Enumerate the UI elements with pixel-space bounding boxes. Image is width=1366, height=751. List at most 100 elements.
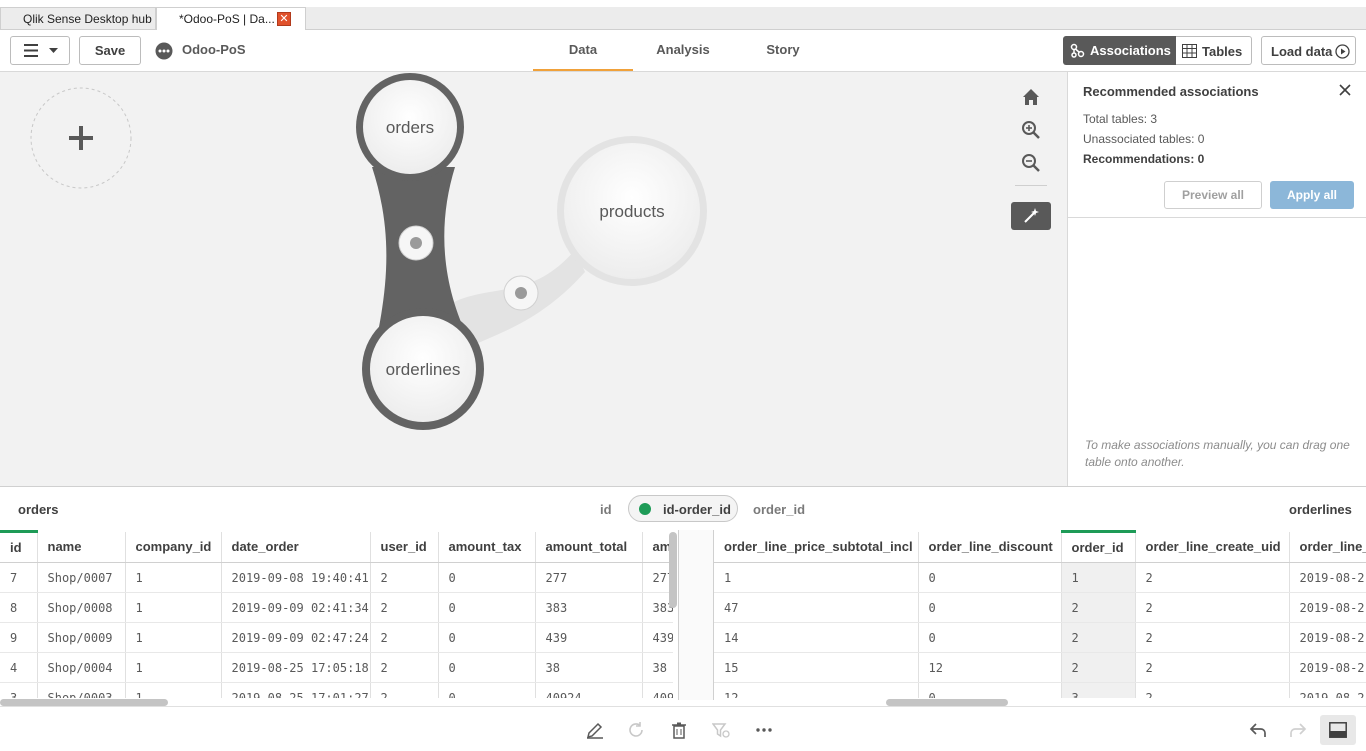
window-tab-bar: Qlik Sense Desktop hub *Odoo-PoS | Da...… [0, 7, 1366, 31]
close-icon[interactable] [1339, 84, 1351, 96]
table-cell: 2019-09-09 02:41:34 [221, 592, 371, 623]
table-cell: 2019-09-08 19:40:41 [221, 562, 371, 593]
menu-icon [24, 44, 58, 57]
window-tab-app[interactable]: *Odoo-PoS | Da... ✕ [156, 7, 306, 31]
table-cell: 1 [125, 652, 222, 683]
vertical-scrollbar[interactable] [669, 532, 677, 608]
column-header-price-subtotal-incl[interactable]: order_line_price_subtotal_incl [714, 531, 919, 563]
associations-button[interactable]: Associations [1063, 36, 1176, 65]
table-cell: 2019-08-2 [1289, 682, 1366, 698]
tables-button[interactable]: Tables [1176, 36, 1252, 65]
column-header-amount-total[interactable]: amount_total [535, 531, 643, 563]
table-cell: 439 [642, 622, 673, 653]
table-cell: 9 [0, 622, 38, 653]
recommendations-button[interactable] [1011, 202, 1051, 230]
app-title: Odoo-PoS [182, 42, 246, 57]
associations-icon [1070, 43, 1085, 58]
column-header-discount[interactable]: order_line_discount [918, 531, 1062, 563]
left-table-name: orders [18, 502, 59, 517]
table-cell: 277 [535, 562, 643, 593]
table-row: 47 0 2 2 2019-08-2 [714, 592, 1366, 623]
table-cell: 2019-08-25 17:05:18 [221, 652, 371, 683]
table-cell: Shop/0008 [37, 592, 126, 623]
column-header-amount-tax[interactable]: amount_tax [438, 531, 536, 563]
apply-all-button[interactable]: Apply all [1270, 181, 1354, 209]
close-icon[interactable]: ✕ [277, 12, 291, 26]
add-table-icon[interactable] [66, 123, 96, 153]
home-icon[interactable] [1019, 85, 1043, 109]
table-cell: 439 [535, 622, 643, 653]
associations-label: Associations [1090, 43, 1171, 58]
tab-analysis[interactable]: Analysis [633, 30, 733, 71]
column-header-order-id[interactable]: order_id [1061, 530, 1136, 563]
table-cell: 0 [438, 652, 536, 683]
table-row: 12 0 3 2 2019-08-2 [714, 682, 1366, 698]
table-cell: 40924 [535, 682, 643, 698]
tab-story[interactable]: Story [733, 30, 833, 71]
column-header-user-id[interactable]: user_id [370, 531, 439, 563]
panel-title: Recommended associations [1083, 84, 1259, 99]
edit-icon[interactable] [586, 721, 604, 739]
undo-icon[interactable] [1249, 721, 1267, 739]
column-header-name[interactable]: name [37, 531, 126, 563]
table-cell: 383 [535, 592, 643, 623]
table-icon [1182, 44, 1197, 58]
column-header-date-order[interactable]: date_order [221, 531, 371, 563]
table-cell: 12 [918, 652, 1062, 683]
column-header-company-id[interactable]: company_id [125, 531, 222, 563]
table-cell: 2 [1061, 652, 1136, 683]
table-cell: 0 [918, 562, 1062, 593]
window-tab-hub[interactable]: Qlik Sense Desktop hub [0, 7, 156, 30]
global-menu-button[interactable] [10, 36, 70, 65]
load-data-button[interactable]: Load data [1261, 36, 1356, 65]
data-model-canvas[interactable]: orders products orderlines [0, 72, 1067, 486]
right-table-name: orderlines [1289, 502, 1352, 517]
table-cell: 0 [918, 682, 1062, 698]
play-icon [1335, 44, 1350, 59]
table-cell: 2019-08-2 [1289, 592, 1366, 623]
bottom-toolbar [0, 706, 1366, 751]
table-cell: 3 [1061, 682, 1136, 698]
right-horizontal-scrollbar[interactable] [886, 699, 1008, 706]
association-label: id-order_id [663, 502, 731, 517]
preview-all-button[interactable]: Preview all [1164, 181, 1262, 209]
zoom-in-icon[interactable] [1019, 118, 1043, 142]
table-row: 9 Shop/0009 1 2019-09-09 02:47:24 2 0 43… [0, 622, 673, 653]
table-header-row: id name company_id date_order user_id am… [0, 530, 673, 563]
left-table-preview[interactable]: id name company_id date_order user_id am… [0, 530, 673, 698]
table-cell: 38 [642, 652, 673, 683]
total-tables-text: Total tables: 3 [1083, 112, 1158, 126]
table-cell: 0 [438, 592, 536, 623]
association-pill[interactable]: id-order_id [628, 495, 738, 522]
table-cell: 1 [125, 592, 222, 623]
table-cell: 8 [0, 592, 38, 623]
right-table-preview[interactable]: order_line_price_subtotal_incl order_lin… [714, 530, 1366, 698]
more-icon[interactable] [155, 42, 173, 60]
table-cell: 38 [535, 652, 643, 683]
redo-icon[interactable] [1289, 721, 1307, 739]
table-cell: 0 [918, 592, 1062, 623]
column-header-id[interactable]: id [0, 530, 38, 563]
window-tab-label: *Odoo-PoS | Da... [179, 12, 275, 26]
save-button[interactable]: Save [79, 36, 141, 65]
delete-icon[interactable] [670, 721, 688, 739]
window-tab-label: Qlik Sense Desktop hub [23, 12, 152, 26]
toggle-preview-button[interactable] [1320, 715, 1356, 745]
left-horizontal-scrollbar[interactable] [0, 699, 168, 706]
column-header-create-uid[interactable]: order_line_create_uid [1135, 531, 1290, 563]
load-data-label: Load data [1271, 44, 1333, 59]
zoom-out-icon[interactable] [1019, 151, 1043, 175]
table-row: 4 Shop/0004 1 2019-08-25 17:05:18 2 0 38… [0, 652, 673, 683]
table-cell: 0 [438, 622, 536, 653]
table-cell: 2 [370, 562, 439, 593]
more-options-icon[interactable] [755, 721, 773, 739]
table-splitter[interactable] [678, 530, 714, 700]
filter-icon[interactable] [712, 721, 730, 739]
table-cell: 2 [1135, 592, 1290, 623]
table-row: 1 0 1 2 2019-08-2 [714, 562, 1366, 593]
table-cell: 12 [714, 682, 919, 698]
table-row: 7 Shop/0007 1 2019-09-08 19:40:41 2 0 27… [0, 562, 673, 593]
column-header-create-date[interactable]: order_line_create_date [1289, 531, 1366, 563]
refresh-icon[interactable] [627, 721, 645, 739]
tab-data[interactable]: Data [533, 30, 633, 71]
